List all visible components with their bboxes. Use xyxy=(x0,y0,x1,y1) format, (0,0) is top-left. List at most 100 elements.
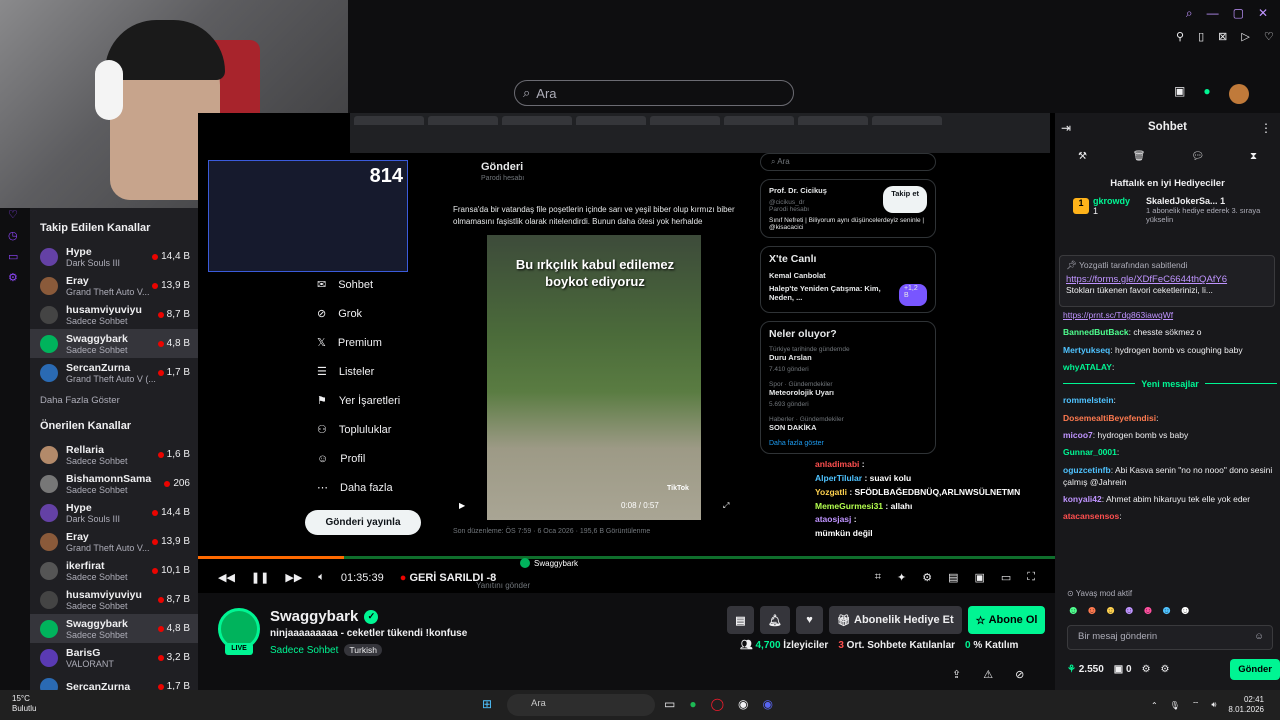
video-play-icon[interactable]: ▶ xyxy=(459,501,465,510)
x-nav-item[interactable]: ⋯ Daha fazla xyxy=(305,473,445,502)
avatar[interactable] xyxy=(1228,84,1249,104)
theater-icon[interactable]: ▭ xyxy=(1001,571,1011,584)
extensions-icon[interactable]: ⚙ xyxy=(1142,664,1151,675)
channel-item[interactable]: Hype Dark Souls III 14,4 B xyxy=(30,242,198,271)
chat-message[interactable]: Gunnar_0001: xyxy=(1063,446,1277,458)
trends-show-more[interactable]: Daha fazla göster xyxy=(769,440,927,447)
emote-icon[interactable]: ☻ xyxy=(1179,603,1192,617)
settings-icon[interactable]: ⚙ xyxy=(1161,664,1170,675)
channel-item[interactable]: husamviyuviyu Sadece Sohbet 8,7 B xyxy=(30,300,198,329)
settings-icon[interactable]: ⚙ xyxy=(922,571,932,584)
trend-item[interactable]: Spor · Gündemdekiler Meteorolojik Uyarı 5.… xyxy=(769,381,927,408)
forward-icon[interactable]: ▶▶ xyxy=(285,571,302,584)
notes-button[interactable]: ▤ xyxy=(727,606,754,634)
chat-message[interactable]: rommelstein: xyxy=(1063,394,1277,406)
volume-icon[interactable]: 🔈︎ xyxy=(318,571,325,584)
search-bar[interactable]: ⌕ Ara xyxy=(514,80,794,106)
trash-icon[interactable]: 🗑︎ xyxy=(1133,151,1146,162)
channel-item[interactable]: Rellaria Sadece Sohbet 1,6 B xyxy=(30,440,198,469)
mute-icon[interactable]: ⊘ xyxy=(1015,668,1024,681)
fullscreen-icon[interactable]: ⛶ xyxy=(1027,571,1035,584)
heart-icon[interactable]: ♡ xyxy=(1264,30,1274,43)
bookmark-icon[interactable]: ▯ xyxy=(1198,30,1204,43)
emote-icon[interactable]: ☻ xyxy=(1123,603,1136,617)
start-icon[interactable]: ⊞ xyxy=(482,697,492,711)
emote-icon[interactable]: ☻ xyxy=(1086,603,1099,617)
x-nav-item[interactable]: ⚑ Yer İşaretleri xyxy=(305,386,445,415)
x-nav-item[interactable]: ⊘ Grok xyxy=(305,299,445,328)
chat-message[interactable]: micoo7: hydrogen bomb vs baby xyxy=(1063,429,1277,441)
points[interactable]: ⚘ 2.550 xyxy=(1067,664,1104,675)
chat-message[interactable]: DosemealtiBeyefendisi: xyxy=(1063,412,1277,424)
prime-icon[interactable]: ▣ xyxy=(1174,84,1185,104)
mic-icon[interactable]: 🎙︎ xyxy=(1170,701,1180,710)
search-icon[interactable]: ⌕ xyxy=(1186,6,1193,21)
clock[interactable]: 02:41 8.01.2026 xyxy=(1228,695,1264,715)
channel-item[interactable]: SercanZurna Grand Theft Auto V (... 1,7 B xyxy=(30,358,198,387)
channel-item[interactable]: Swaggybark Sadece Sohbet 4,8 B xyxy=(30,329,198,358)
chat-message[interactable]: BannedButBack: chesste sökmez o xyxy=(1063,326,1277,338)
gift-sub-button[interactable]: 🎁︎ Abonelik Hediye Et xyxy=(828,606,962,634)
stream-category[interactable]: Sadece Sohbet xyxy=(270,645,338,656)
clip-icon[interactable]: ⌗ xyxy=(875,571,881,584)
wifi-icon[interactable]: ⌔ xyxy=(1192,700,1200,710)
trend-item[interactable]: Haberler · Gündemdekiler SON DAKİKA xyxy=(769,416,927,432)
rewind-icon[interactable]: ◀◀ xyxy=(218,571,235,584)
fullscreen-icon[interactable]: ⤢ xyxy=(723,501,729,511)
explorer-icon[interactable]: ▭ xyxy=(664,697,675,711)
clock-icon[interactable]: ◷ xyxy=(8,229,28,242)
maximize-icon[interactable]: ▢ xyxy=(1233,6,1244,21)
emote-picker-icon[interactable]: ☺ xyxy=(1254,631,1264,642)
screenshot-icon[interactable]: ⊠ xyxy=(1218,30,1227,43)
channel-item[interactable]: Swaggybark Sadece Sohbet 4,8 B xyxy=(30,614,198,643)
camera-icon[interactable]: ▭ xyxy=(8,250,28,263)
language-tag[interactable]: Turkish xyxy=(344,644,382,656)
sparkle-icon[interactable]: ✦ xyxy=(897,571,906,584)
channel-item[interactable]: ikerfirat Sadece Sohbet 10,1 B xyxy=(30,556,198,585)
spotify-icon[interactable]: ● xyxy=(689,697,696,711)
emote-icon[interactable]: ☻ xyxy=(1067,603,1080,617)
emote-icon[interactable]: ☻ xyxy=(1104,603,1117,617)
chat-bubble-icon[interactable]: 💬︎ xyxy=(1191,151,1204,162)
bits[interactable]: ▣ 0 xyxy=(1114,664,1132,675)
channel-item[interactable]: BarisG VALORANT 3,2 B xyxy=(30,643,198,672)
pinned-link[interactable]: https://forms.gle/XDfFeC6644thQAfY6 xyxy=(1066,274,1268,285)
close-icon[interactable]: ✕ xyxy=(1258,6,1268,21)
channel-item[interactable]: Eray Grand Theft Auto V... 13,9 B xyxy=(30,527,198,556)
play-icon[interactable]: ▷ xyxy=(1241,30,1249,43)
subscribe-button[interactable]: ☆ Abone Ol xyxy=(967,606,1046,634)
hammer-icon[interactable]: ⚒ xyxy=(1078,151,1087,162)
x-search[interactable]: ⌕ Ara xyxy=(760,153,936,171)
pinned-message[interactable]: 📌︎ Yozgatli tarafından sabitlendi https:… xyxy=(1059,255,1275,307)
channel-name[interactable]: Swaggybark xyxy=(270,608,358,625)
send-button[interactable]: Gönder xyxy=(1230,659,1280,680)
trend-item[interactable]: Türkiye tarihinde gündemde Duru Arslan 7.4… xyxy=(769,346,927,373)
discord-icon[interactable]: ◉ xyxy=(763,697,773,711)
taskbar-search[interactable]: Ara xyxy=(507,694,655,716)
tweet-video[interactable]: Bu ırkçılık kabul edilemez boykot ediyor… xyxy=(487,235,701,520)
chat-message[interactable]: https://prnt.sc/Tdg863iawqWf xyxy=(1063,309,1277,321)
live-host[interactable]: Kemal Canbolat xyxy=(769,271,927,280)
follow-heart-button[interactable]: ♥ xyxy=(795,606,823,634)
minimize-icon[interactable]: — xyxy=(1207,6,1219,21)
chevron-up-icon[interactable]: ⌃ xyxy=(1151,701,1158,710)
x-nav-item[interactable]: 𝕏 Premium xyxy=(305,328,445,357)
live-desc[interactable]: Halep'te Yeniden Çatışma: Kim, Neden, ..… xyxy=(769,284,899,302)
share-icon[interactable]: ⇪ xyxy=(952,668,961,681)
pin-icon[interactable]: ⚲ xyxy=(1176,30,1184,43)
gifter2-name[interactable]: SkaledJokerSa... xyxy=(1146,196,1218,206)
chat-message[interactable]: atacansensos: xyxy=(1063,510,1277,522)
opera-icon[interactable]: ◯ xyxy=(711,697,724,711)
show-more-link[interactable]: Daha Fazla Göster xyxy=(30,387,198,414)
search-input[interactable]: Ara xyxy=(536,86,556,101)
hourglass-icon[interactable]: ⧗ xyxy=(1250,151,1257,162)
chat-message[interactable]: whyATALAY: xyxy=(1063,361,1277,373)
settings-icon[interactable]: ⚙ xyxy=(8,271,28,284)
weather-widget[interactable]: 15°C Bulutlu xyxy=(12,694,36,713)
extension-icon[interactable]: ● xyxy=(1203,84,1210,104)
x-nav-item[interactable]: ⚇ Topluluklar xyxy=(305,415,445,444)
emote-icon[interactable]: ☻ xyxy=(1142,603,1155,617)
chat-input[interactable]: Bir mesaj gönderin ☺ xyxy=(1067,625,1273,650)
channel-item[interactable]: Eray Grand Theft Auto V... 13,9 B xyxy=(30,271,198,300)
channel-item[interactable]: husamviyuviyu Sadece Sohbet 8,7 B xyxy=(30,585,198,614)
